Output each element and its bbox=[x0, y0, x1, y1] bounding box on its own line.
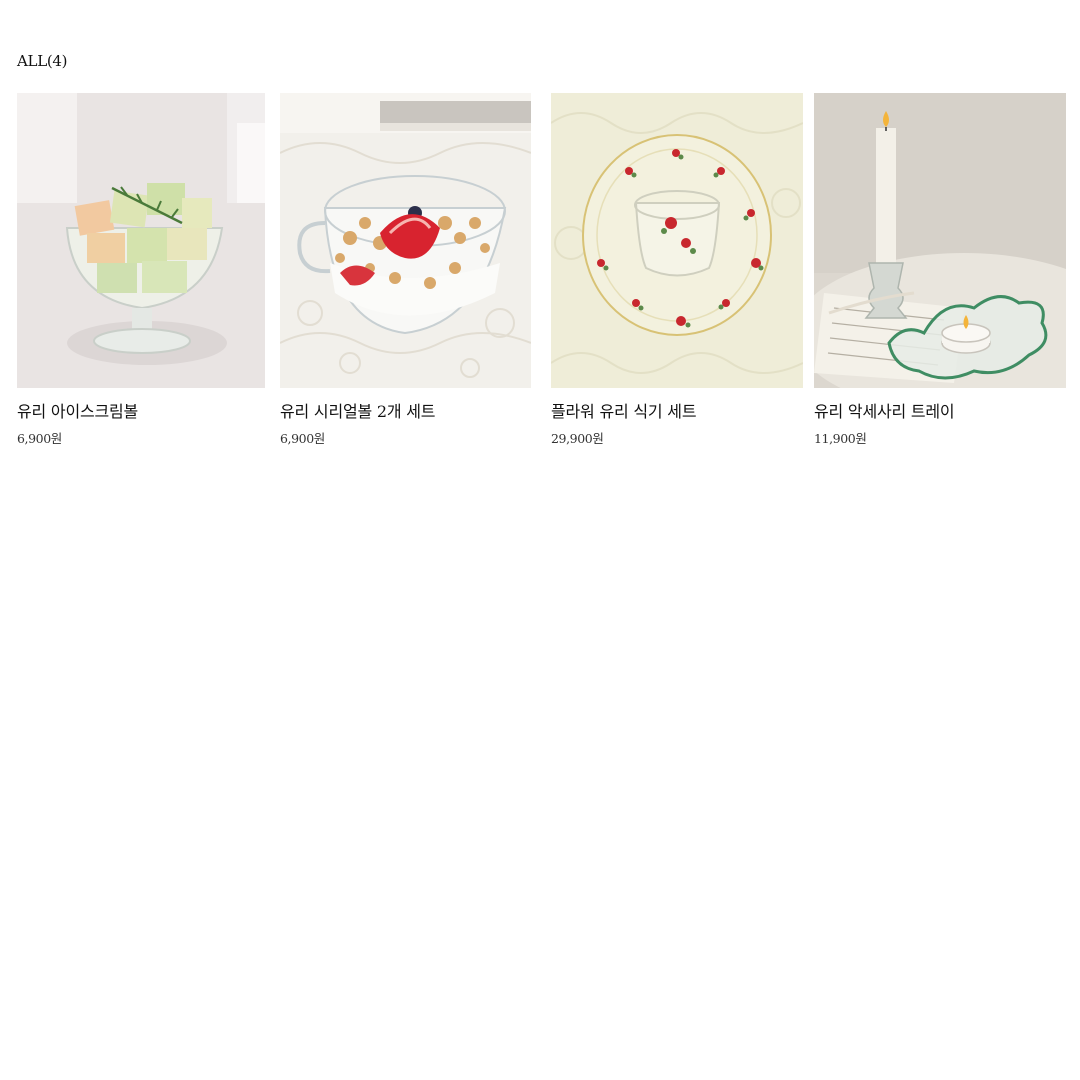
category-count-label: ALL(4) bbox=[17, 52, 68, 70]
product-price: 6,900원 bbox=[280, 431, 325, 446]
product-image-accessory-tray[interactable] bbox=[814, 93, 1066, 388]
product-name[interactable]: 유리 시리얼볼 2개 세트 bbox=[280, 402, 531, 422]
product-card[interactable]: 유리 시리얼볼 2개 세트 6,900원 bbox=[280, 93, 531, 447]
product-image-cereal-bowl-set[interactable] bbox=[280, 93, 531, 388]
product-image-ice-cream-bowl[interactable] bbox=[17, 93, 265, 388]
product-name[interactable]: 유리 아이스크림볼 bbox=[17, 402, 265, 422]
product-name[interactable]: 플라워 유리 식기 세트 bbox=[551, 402, 803, 422]
product-card[interactable]: 플라워 유리 식기 세트 29,900원 bbox=[551, 93, 803, 447]
product-price: 29,900원 bbox=[551, 431, 604, 446]
product-card[interactable]: 유리 악세사리 트레이 11,900원 bbox=[814, 93, 1066, 447]
product-price: 6,900원 bbox=[17, 431, 62, 446]
product-photo bbox=[814, 93, 1066, 388]
product-list-page: ALL(4) 유리 아이스크림볼 6,900원 유리 시리얼볼 2개 세트 6,… bbox=[0, 0, 1080, 1080]
product-card[interactable]: 유리 아이스크림볼 6,900원 bbox=[17, 93, 265, 447]
product-photo bbox=[280, 93, 531, 388]
product-price: 11,900원 bbox=[814, 431, 867, 446]
product-photo bbox=[551, 93, 803, 388]
product-image-flower-glass-set[interactable] bbox=[551, 93, 803, 388]
product-name[interactable]: 유리 악세사리 트레이 bbox=[814, 402, 1066, 422]
product-photo bbox=[17, 93, 265, 388]
